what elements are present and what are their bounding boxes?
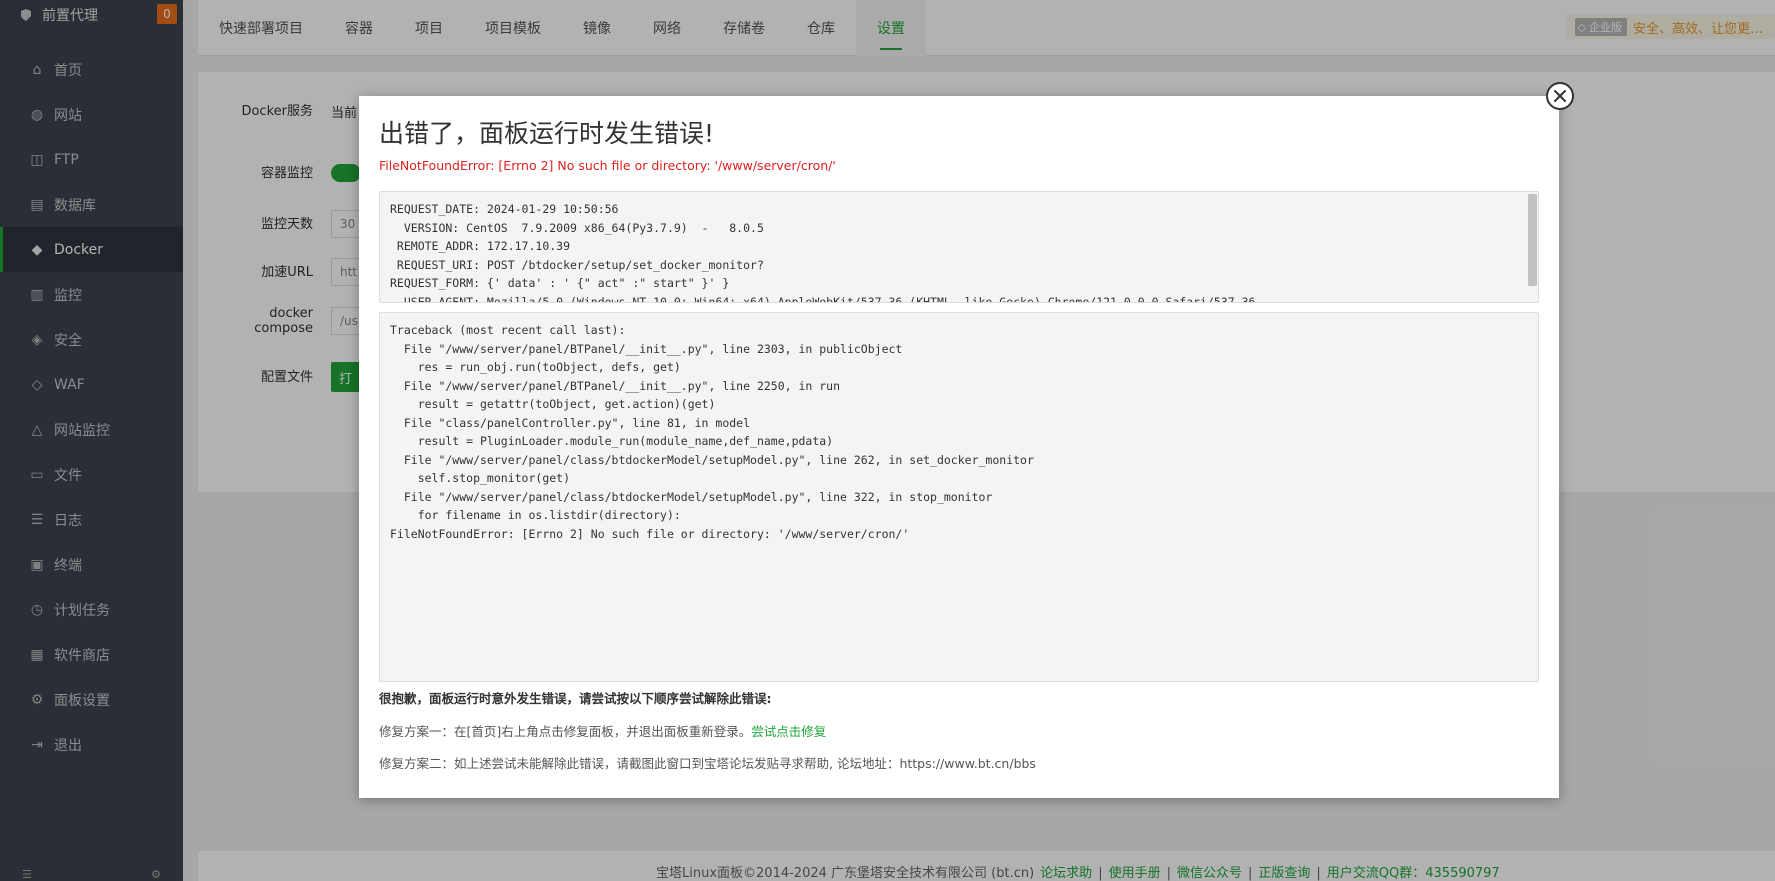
traceback-box[interactable]: Traceback (most recent call last): File … (379, 312, 1539, 682)
request-info-text: REQUEST_DATE: 2024-01-29 10:50:56 VERSIO… (390, 202, 1256, 303)
error-dialog: 出错了，面板运行时发生错误! FileNotFoundError: [Errno… (359, 96, 1559, 798)
try-repair-link[interactable]: 尝试点击修复 (751, 724, 826, 739)
error-message: FileNotFoundError: [Errno 2] No such fil… (379, 158, 836, 173)
request-info-box[interactable]: REQUEST_DATE: 2024-01-29 10:50:56 VERSIO… (379, 191, 1539, 303)
fix-option-two: 修复方案二：如上述尝试未能解除此错误，请截图此窗口到宝塔论坛发贴寻求帮助, 论坛… (379, 756, 1036, 771)
error-title: 出错了，面板运行时发生错误! (379, 119, 715, 148)
fix-option-one: 修复方案一：在[首页]右上角点击修复面板，并退出面板重新登录。尝试点击修复 (379, 724, 827, 739)
request-info-scrollbar[interactable] (1528, 194, 1537, 286)
error-hint: 很抱歉，面板运行时意外发生错误，请尝试按以下顺序尝试解除此错误: (379, 691, 772, 706)
close-dialog-button[interactable] (1546, 82, 1574, 110)
traceback-text: Traceback (most recent call last): File … (390, 323, 1034, 541)
close-icon (1554, 90, 1566, 102)
